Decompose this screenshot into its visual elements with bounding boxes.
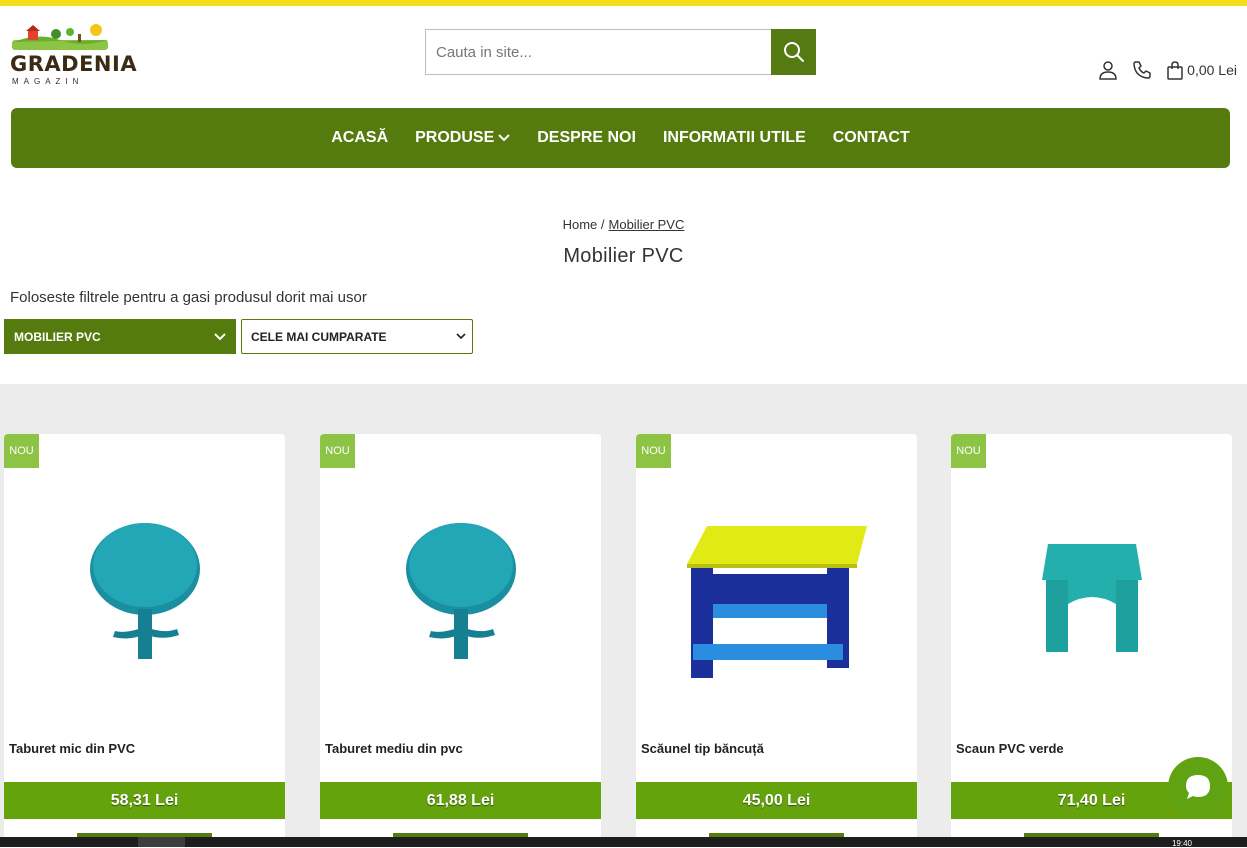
site-logo[interactable]: GRADENIA MAGAZIN	[8, 22, 137, 90]
user-icon	[1099, 61, 1117, 80]
search-input[interactable]	[425, 29, 771, 75]
new-badge: NOU	[320, 434, 355, 468]
new-badge: NOU	[951, 434, 986, 468]
product-price: 45,00 Lei	[636, 782, 917, 819]
account-button[interactable]	[1098, 60, 1118, 80]
product-name[interactable]: Taburet mic din PVC	[9, 741, 135, 756]
chat-widget-button[interactable]	[1168, 757, 1228, 817]
logo-garden-icon	[12, 24, 108, 50]
chevron-down-icon	[498, 134, 510, 142]
product-card[interactable]: NOU Taburet mediu din pvc 61,88 Lei	[320, 434, 601, 847]
breadcrumb: Home / Mobilier PVC	[0, 217, 1247, 232]
product-card[interactable]: NOU Taburet mic din PVC 58,31 Lei	[4, 434, 285, 847]
nav-label: INFORMATII UTILE	[662, 129, 806, 146]
chat-bubble-icon	[1186, 775, 1210, 799]
product-name[interactable]: Taburet mediu din pvc	[325, 741, 463, 756]
stool-image	[1041, 544, 1142, 652]
product-price: 61,88 Lei	[320, 782, 601, 819]
sort-select[interactable]: CELE MAI CUMPARATE	[241, 319, 473, 354]
new-badge: NOU	[636, 434, 671, 468]
phone-icon	[1133, 61, 1151, 79]
product-image[interactable]	[320, 474, 601, 714]
taskbar-active-app[interactable]	[138, 837, 185, 847]
nav-item-informatii-utile[interactable]: INFORMATII UTILE	[663, 129, 806, 147]
product-name[interactable]: Scaun PVC verde	[956, 741, 1064, 756]
new-badge: NOU	[4, 434, 39, 468]
search-icon	[783, 42, 804, 62]
header-actions: 0,00 Lei	[1098, 60, 1237, 80]
nav-item-acasa[interactable]: ACASĂ	[331, 129, 388, 147]
logo-text: GRADENIA	[10, 52, 138, 76]
chevron-down-icon	[456, 333, 466, 340]
breadcrumb-current[interactable]: Mobilier PVC	[609, 217, 685, 232]
round-table-image	[89, 523, 200, 659]
product-price: 58,31 Lei	[4, 782, 285, 819]
nav-label: ACASĂ	[331, 129, 389, 146]
cart-total: 0,00 Lei	[1187, 62, 1237, 78]
search-button[interactable]	[771, 29, 816, 75]
breadcrumb-home[interactable]: Home /	[563, 217, 605, 232]
search-bar	[425, 29, 816, 75]
product-image[interactable]	[951, 474, 1232, 714]
nav-label: PRODUSE	[415, 129, 495, 146]
nav-label: DESPRE NOI	[537, 129, 636, 146]
product-card[interactable]: NOU Scăunel tip băncuță 45,00 Lei	[636, 434, 917, 847]
category-filter-select[interactable]: MOBILIER PVC	[4, 319, 236, 354]
page-title: Mobilier PVC	[563, 245, 684, 267]
product-image[interactable]	[636, 474, 917, 714]
main-nav: ACASĂ PRODUSE DESPRE NOI INFORMATII UTIL…	[11, 108, 1230, 168]
site-header: GRADENIA MAGAZIN Cauta in site... 0,00 L…	[0, 6, 1247, 108]
nav-item-produse[interactable]: PRODUSE	[415, 129, 510, 147]
nav-label: CONTACT	[832, 129, 910, 146]
nav-item-contact[interactable]: CONTACT	[833, 129, 910, 147]
filter-hint: Foloseste filtrele pentru a gasi produsu…	[10, 289, 367, 306]
os-taskbar: 19:40	[0, 837, 1247, 848]
sort-value: CELE MAI CUMPARATE	[251, 329, 387, 344]
category-filter-value: MOBILIER PVC	[14, 329, 101, 344]
cart-button[interactable]: 0,00 Lei	[1166, 60, 1237, 80]
bench-image	[686, 526, 867, 678]
phone-button[interactable]	[1132, 60, 1152, 80]
product-image[interactable]	[4, 474, 285, 714]
product-name[interactable]: Scăunel tip băncuță	[641, 741, 764, 756]
shopping-bag-icon	[1167, 60, 1183, 80]
chevron-down-icon	[214, 332, 226, 340]
nav-item-despre-noi[interactable]: DESPRE NOI	[537, 129, 636, 147]
round-table-image	[405, 523, 516, 659]
logo-subtitle: MAGAZIN	[12, 77, 84, 86]
